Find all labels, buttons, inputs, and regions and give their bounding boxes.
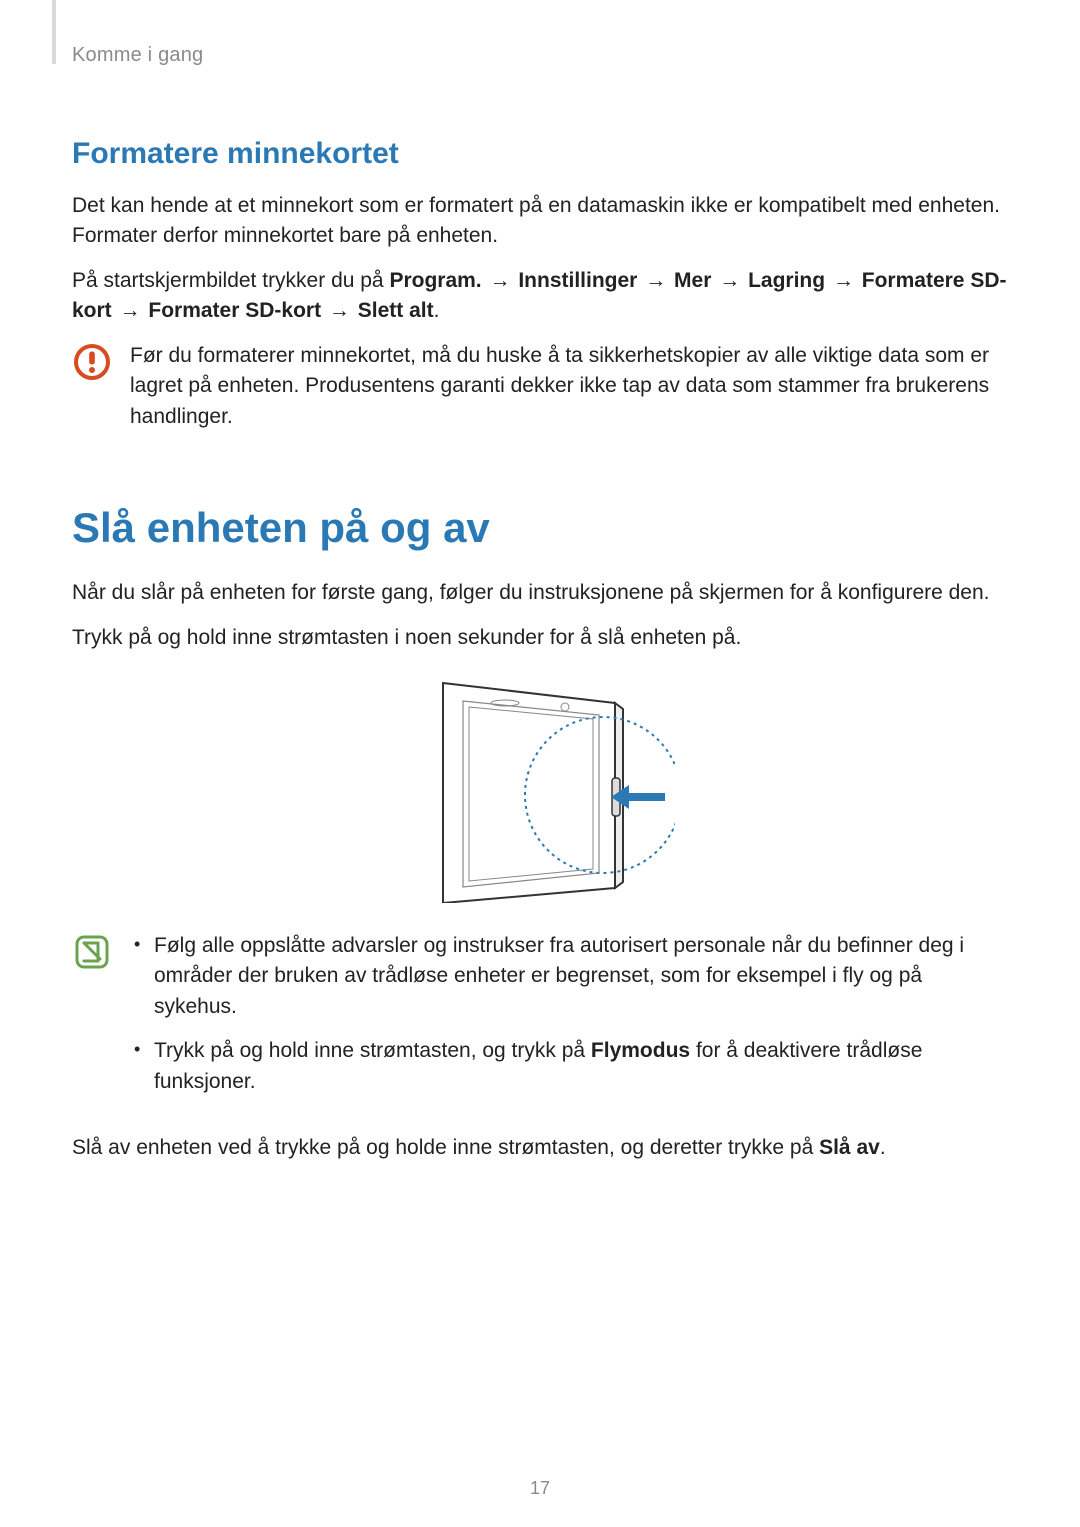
nav-mer: Mer — [674, 269, 711, 292]
note2-prefix: Trykk på og hold inne strømtasten, og tr… — [154, 1039, 591, 1062]
device-power-illustration — [72, 673, 1008, 903]
arrow-icon: → — [643, 266, 668, 296]
power-off-prefix: Slå av enheten ved å trykke på og holde … — [72, 1136, 819, 1159]
paragraph-power-off: Slå av enheten ved å trykke på og holde … — [72, 1133, 1008, 1163]
note2-bold: Flymodus — [591, 1039, 690, 1062]
subsection-heading-format: Formatere minnekortet — [72, 137, 1008, 171]
paragraph-format-nav: På startskjermbildet trykker du på Progr… — [72, 266, 1008, 327]
arrow-icon: → — [327, 296, 352, 326]
nav-formater-sd: Formater SD-kort — [148, 299, 321, 322]
power-off-bold: Slå av — [819, 1136, 880, 1159]
arrow-icon: → — [488, 266, 513, 296]
arrow-icon: → — [831, 266, 856, 296]
paragraph-power-hold: Trykk på og hold inne strømtasten i noen… — [72, 623, 1008, 653]
page-number: 17 — [0, 1478, 1080, 1499]
note-item-2: Trykk på og hold inne strømtasten, og tr… — [130, 1036, 1008, 1097]
nav-lagring: Lagring — [748, 269, 825, 292]
nav-innstillinger: Innstillinger — [518, 269, 637, 292]
section-heading-power: Slå enheten på og av — [72, 504, 1008, 552]
note-text-block: Følg alle oppslåtte advarsler og instruk… — [130, 931, 1008, 1111]
arrow-icon: → — [118, 296, 143, 326]
power-off-suffix: . — [880, 1136, 886, 1159]
paragraph-format-intro: Det kan hende at et minnekort som er for… — [72, 191, 1008, 252]
note-icon — [72, 931, 112, 971]
nav-prefix: På startskjermbildet trykker du på — [72, 269, 389, 292]
nav-slett-alt: Slett alt — [358, 299, 434, 322]
note-list: Følg alle oppslåtte advarsler og instruk… — [130, 931, 1008, 1097]
header-left-bar — [52, 0, 56, 64]
breadcrumb: Komme i gang — [72, 44, 1008, 67]
arrow-icon: → — [717, 266, 742, 296]
warning-text: Før du formaterer minnekortet, må du hus… — [130, 341, 1008, 432]
document-page: Komme i gang Formatere minnekortet Det k… — [0, 0, 1080, 1527]
warning-icon — [72, 341, 112, 381]
nav-program: Program. — [389, 269, 481, 292]
note-item-1: Følg alle oppslåtte advarsler og instruk… — [130, 931, 1008, 1022]
note-callout: Følg alle oppslåtte advarsler og instruk… — [72, 931, 1008, 1111]
period: . — [434, 299, 440, 322]
warning-callout: Før du formaterer minnekortet, må du hus… — [72, 341, 1008, 432]
paragraph-power-first: Når du slår på enheten for første gang, … — [72, 578, 1008, 608]
